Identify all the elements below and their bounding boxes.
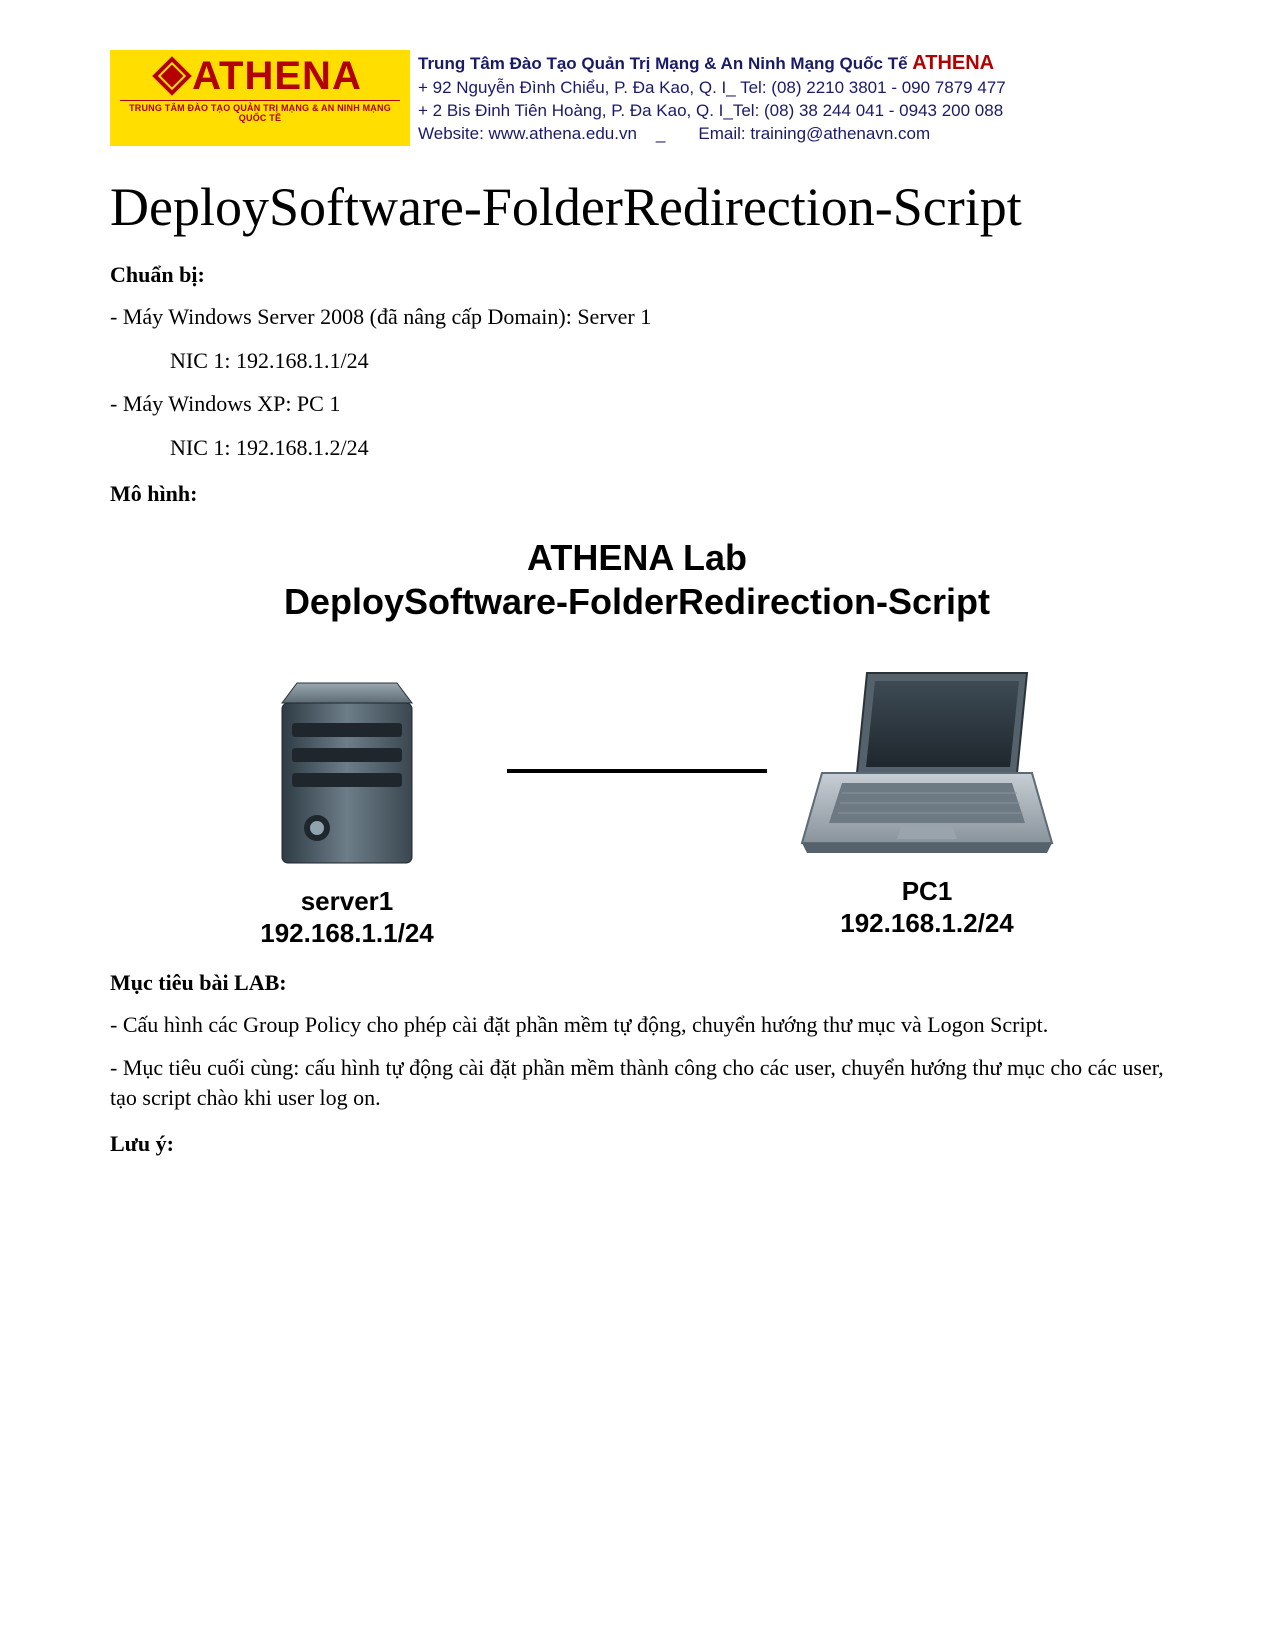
diagram-connector <box>507 769 767 773</box>
logo-name: ATHENA <box>192 56 362 96</box>
logo-diamond-icon <box>152 56 192 96</box>
goal-paragraph-1: - Cấu hình các Group Policy cho phép cài… <box>110 1010 1164 1040</box>
logo-box: ATHENA TRUNG TÂM ĐÀO TẠO QUẢN TRỊ MẠNG &… <box>110 50 410 146</box>
header-brand: ATHENA <box>912 52 994 74</box>
node2-name: PC1 <box>902 876 953 906</box>
prep-nic-2: NIC 1: 192.168.1.2/24 <box>110 433 1164 463</box>
node1-name: server1 <box>301 886 394 916</box>
goal-paragraph-2: - Mục tiêu cuối cùng: cấu hình tự động c… <box>110 1053 1164 1112</box>
section-note-label: Lưu ý: <box>110 1131 1164 1157</box>
laptop-icon <box>797 663 1057 863</box>
node1-ip: 192.168.1.1/24 <box>260 918 434 948</box>
page-title: DeploySoftware-FolderRedirection-Script <box>110 176 1164 238</box>
section-goal-label: Mục tiêu bài LAB: <box>110 970 1164 996</box>
prep-line-2: - Máy Windows XP: PC 1 <box>110 389 1164 419</box>
diagram-node-server: server1 192.168.1.1/24 <box>187 653 507 950</box>
section-prep-label: Chuẩn bị: <box>110 262 1164 288</box>
diagram-subtitle: DeploySoftware-FolderRedirection-Script <box>110 581 1164 623</box>
header-address-2: + 2 Bis Đinh Tiên Hoàng, P. Đa Kao, Q. I… <box>418 100 1164 123</box>
header-address-1: + 92 Nguyễn Đình Chiểu, P. Đa Kao, Q. I_… <box>418 77 1164 100</box>
diagram-node-pc: PC1 192.168.1.2/24 <box>767 663 1087 940</box>
header-banner: ATHENA TRUNG TÂM ĐÀO TẠO QUẢN TRỊ MẠNG &… <box>110 50 1164 146</box>
server-tower-icon <box>262 653 432 873</box>
network-diagram: ATHENA Lab DeploySoftware-FolderRedirect… <box>110 537 1164 950</box>
logo-subtitle: TRUNG TÂM ĐÀO TẠO QUẢN TRỊ MẠNG & AN NIN… <box>120 100 400 123</box>
node2-ip: 192.168.1.2/24 <box>840 908 1014 938</box>
header-website: Website: www.athena.edu.vn <box>418 124 637 143</box>
section-model-label: Mô hình: <box>110 481 1164 507</box>
prep-line-1: - Máy Windows Server 2008 (đã nâng cấp D… <box>110 302 1164 332</box>
header-email: Email: training@athenavn.com <box>698 124 930 143</box>
header-org-name: Trung Tâm Đào Tạo Quản Trị Mạng & An Nin… <box>418 54 912 73</box>
diagram-title: ATHENA Lab <box>110 537 1164 579</box>
header-info: Trung Tâm Đào Tạo Quản Trị Mạng & An Nin… <box>410 50 1164 146</box>
prep-nic-1: NIC 1: 192.168.1.1/24 <box>110 346 1164 376</box>
